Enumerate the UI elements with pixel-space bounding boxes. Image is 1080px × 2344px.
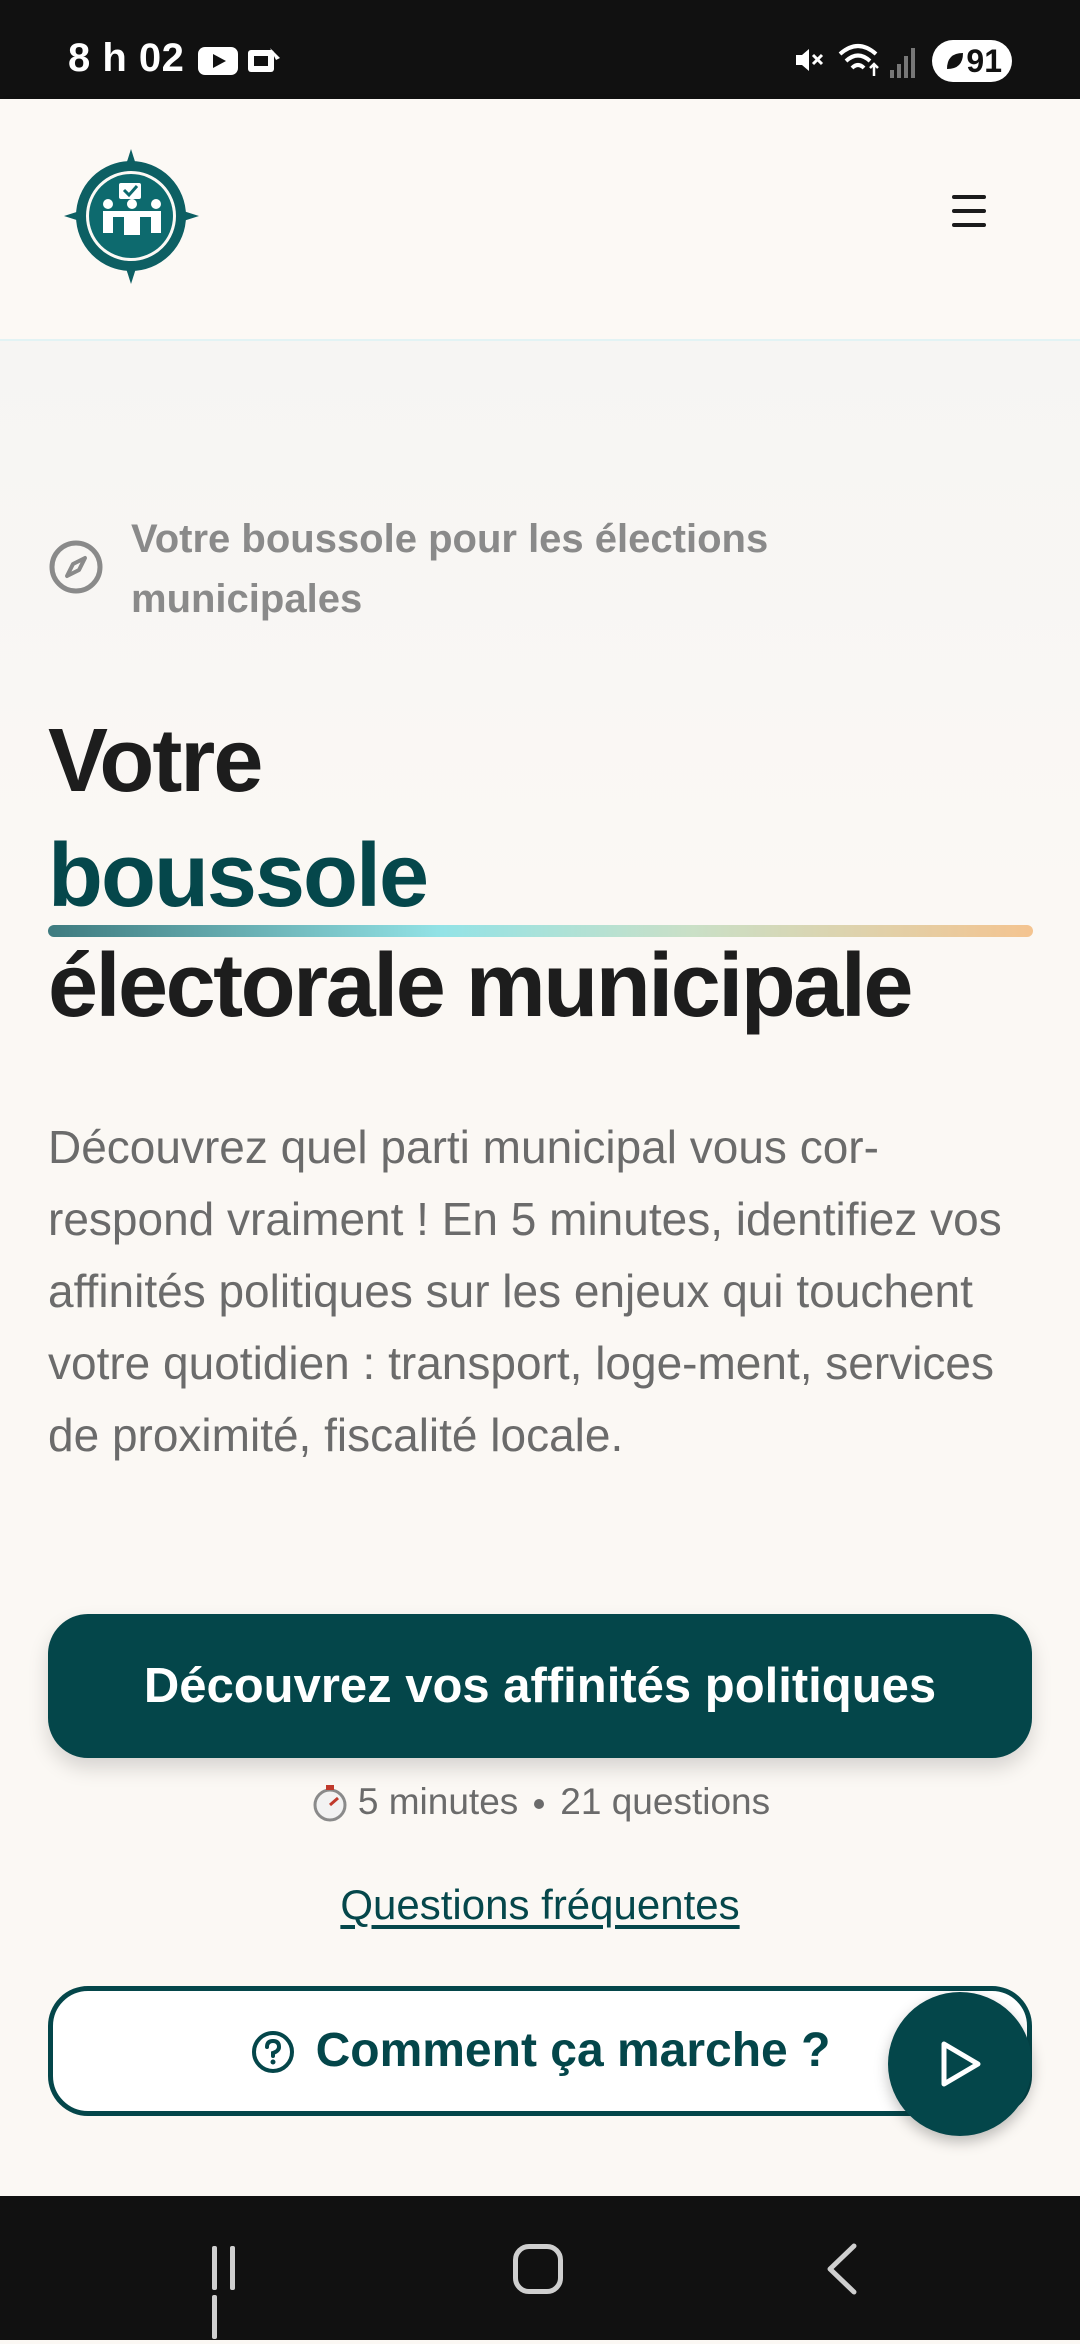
wifi-icon (838, 44, 879, 76)
status-bar: 8 h 02 91 (0, 0, 1080, 99)
site-header (0, 99, 1080, 341)
compass-voting-logo[interactable] (64, 149, 199, 284)
system-nav-bar (0, 2196, 1080, 2340)
back-icon[interactable] (822, 2242, 862, 2296)
mute-icon (796, 49, 824, 71)
home-icon[interactable] (513, 2244, 563, 2294)
hero-section: Votre boussole pour les élections munici… (0, 341, 1080, 2196)
discover-affinities-button[interactable]: Découvrez vos affinités politiques (48, 1614, 1032, 1758)
compass-icon (49, 540, 103, 594)
battery-indicator: 91 (932, 40, 1012, 82)
battery-level: 91 (966, 43, 1002, 79)
youtube-icon (198, 47, 238, 75)
hero-tagline: Votre boussole pour les élections munici… (131, 517, 769, 621)
question-circle-icon (251, 2031, 294, 2073)
separator-dot (534, 1799, 545, 1810)
how-it-works-label: Comment ça marche ? (315, 2024, 831, 2077)
quiz-duration: 5 minutes (357, 1781, 519, 1822)
stopwatch-icon (313, 1785, 347, 1822)
hero-title-line3: électorale municipale (48, 936, 913, 1036)
how-it-works-button[interactable]: Comment ça marche ? (48, 1986, 1032, 2116)
leaf-icon (947, 53, 963, 69)
message-icon (248, 48, 280, 72)
recent-apps-icon[interactable] (212, 2246, 262, 2339)
status-time: 8 h 02 (68, 36, 185, 80)
quiz-meta: 5 minutes 21 questions (0, 1781, 1080, 1823)
play-icon (941, 2041, 981, 2087)
signal-icon (890, 48, 915, 78)
hamburger-menu-icon[interactable] (940, 195, 996, 243)
play-fab-button[interactable] (888, 1992, 1032, 2136)
hero-title-highlight: boussole (48, 826, 429, 926)
quiz-question-count: 21 questions (560, 1781, 771, 1822)
faq-link[interactable]: Questions fréquentes (0, 1881, 1080, 1929)
hero-title-line1: Votre (48, 711, 263, 811)
hero-description: Découvrez quel parti municipal vous cor-… (48, 1121, 1002, 1461)
